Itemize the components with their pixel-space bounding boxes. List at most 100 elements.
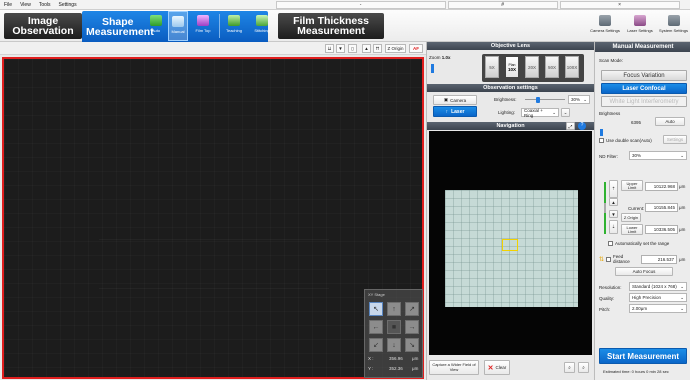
z-up-fast-button[interactable]: ⇈ bbox=[373, 44, 382, 53]
live-image-viewer[interactable] bbox=[2, 57, 424, 379]
current-input[interactable]: 10155.845 bbox=[645, 203, 678, 212]
auto-btn-label: Auto bbox=[665, 119, 675, 124]
auto-icon bbox=[150, 15, 162, 26]
lighting-select[interactable]: Coaxial + Ring ⌄ bbox=[521, 108, 559, 118]
autofocus-button[interactable]: AF bbox=[409, 44, 423, 53]
z-down-fast-button[interactable]: ⇊ bbox=[325, 44, 334, 53]
white-light-label: White Light Interferometry bbox=[609, 98, 679, 105]
pitch-select[interactable]: 2.00μm ⌄ bbox=[629, 304, 687, 313]
camera-label: Camera bbox=[450, 97, 467, 103]
zoom-in-nav-button[interactable]: ⌕ bbox=[564, 362, 575, 373]
z-range-button[interactable]: ▯ bbox=[348, 44, 357, 53]
quality-select[interactable]: High Precision ⌄ bbox=[629, 293, 687, 302]
stage-down-left-button[interactable]: ↙ bbox=[369, 338, 383, 352]
stage-up-left-button[interactable]: ↖ bbox=[369, 302, 383, 316]
capture-wider-button[interactable]: Capture a Wider Field of View bbox=[429, 360, 479, 375]
z-step-down-button[interactable]: ▼ bbox=[609, 210, 618, 218]
lower-limit-set-button[interactable]: ⇣ bbox=[609, 220, 618, 234]
lighting-options-button[interactable]: ⌄ bbox=[561, 108, 570, 117]
stitching-button[interactable]: Stitching bbox=[250, 11, 274, 41]
manual-z-origin-button[interactable]: Z Origin bbox=[621, 213, 641, 222]
navigation-view[interactable] bbox=[429, 131, 592, 355]
upper-unit: μm bbox=[679, 184, 686, 189]
upper-limit-button[interactable]: Upper Limit bbox=[621, 180, 643, 191]
feed-distance-checkbox[interactable] bbox=[606, 257, 611, 262]
z-up-button[interactable]: ▲ bbox=[362, 44, 371, 53]
teaching-label: Teaching bbox=[225, 28, 242, 33]
teaching-button[interactable]: Teaching bbox=[222, 11, 246, 41]
double-scan-settings-button[interactable]: Settings bbox=[663, 135, 687, 144]
lens-10x[interactable]: Plan 10X bbox=[505, 56, 519, 78]
brightness-auto-button[interactable]: Auto bbox=[655, 117, 685, 126]
double-up-icon: ⇈ bbox=[375, 45, 380, 51]
stage-right-button[interactable]: → bbox=[405, 320, 419, 334]
window-segment-close[interactable]: × bbox=[559, 0, 680, 9]
brightness-label: Brightness: bbox=[494, 97, 517, 102]
stage-up-button[interactable]: ↑ bbox=[387, 302, 401, 316]
resolution-select[interactable]: Standard (1024 x 768) ⌄ bbox=[629, 282, 687, 291]
arrow-down-right-icon: ↘ bbox=[409, 342, 415, 349]
brightness-combo[interactable]: 30% ⌄ bbox=[568, 95, 590, 104]
lens-20x[interactable]: 20X bbox=[525, 56, 539, 78]
lens-100x[interactable]: 100X bbox=[565, 56, 579, 78]
af-label: AF bbox=[413, 46, 419, 51]
camera-button[interactable]: ▣ Camera bbox=[433, 95, 477, 105]
laser-button[interactable]: ↑ Laser bbox=[433, 106, 477, 117]
laser-settings-button[interactable]: Laser Settings bbox=[624, 10, 656, 41]
auto-focus-button[interactable]: Auto Focus bbox=[615, 267, 673, 276]
feed-unit: μm bbox=[679, 257, 686, 262]
camera-settings-button[interactable]: Camera Settings bbox=[588, 10, 622, 41]
close-glyph: × bbox=[618, 1, 622, 8]
tab-film-thickness[interactable]: Film Thickness Measurement bbox=[278, 13, 384, 39]
double-scan-checkbox[interactable] bbox=[599, 138, 604, 143]
zoom-out-nav-button[interactable]: ⌕ bbox=[578, 362, 589, 373]
upper-limit-label: Upper Limit bbox=[626, 180, 638, 190]
scan-mode-label: Scan Mode: bbox=[599, 58, 624, 63]
stage-up-right-button[interactable]: ↗ bbox=[405, 302, 419, 316]
current-unit: μm bbox=[679, 205, 686, 210]
stage-left-button[interactable]: ← bbox=[369, 320, 383, 334]
feed-distance-input[interactable]: 216.537 bbox=[641, 255, 677, 264]
help-icon[interactable]: ? bbox=[578, 122, 586, 130]
film-top-button[interactable]: Film Top bbox=[192, 11, 214, 41]
z-down-button[interactable]: ▼ bbox=[336, 44, 345, 53]
auto-mode-button[interactable]: Auto bbox=[147, 11, 165, 41]
stage-down-right-button[interactable]: ↘ bbox=[405, 338, 419, 352]
navigation-field-marker[interactable] bbox=[502, 239, 518, 251]
manual-mode-button[interactable]: Manual bbox=[168, 11, 188, 41]
zoom-slider[interactable] bbox=[431, 64, 434, 73]
view-toolbar: ⇊ ▼ ▯ ▲ ⇈ Z Origin AF bbox=[0, 42, 426, 55]
lower-limit-input[interactable]: 10336.505 bbox=[645, 225, 678, 234]
menu-file[interactable]: File bbox=[0, 2, 16, 8]
nd-filter-select[interactable]: 30% ⌄ bbox=[629, 151, 687, 160]
upper-limit-input[interactable]: 10122.968 bbox=[645, 182, 678, 191]
menu-tools[interactable]: Tools bbox=[35, 2, 55, 8]
stage-center-button[interactable]: ■ bbox=[387, 320, 401, 334]
auto-range-checkbox[interactable] bbox=[608, 241, 613, 246]
lens-5x[interactable]: 5X bbox=[485, 56, 499, 78]
laser-label: Laser bbox=[451, 108, 465, 115]
maximize-glyph: # bbox=[501, 1, 504, 8]
lens-10x-label: 10X bbox=[507, 66, 516, 72]
laser-confocal-button[interactable]: Laser Confocal bbox=[601, 83, 687, 94]
clear-button[interactable]: ✕ Clear bbox=[484, 360, 510, 375]
lens-50x[interactable]: 50X bbox=[545, 56, 559, 78]
window-segment-maximize[interactable]: # bbox=[447, 0, 558, 9]
system-settings-button[interactable]: System Settings bbox=[657, 10, 690, 41]
auto-range-label: Automatically set the range bbox=[615, 241, 670, 246]
brightness-thumb[interactable] bbox=[535, 97, 540, 103]
z-origin-button[interactable]: Z Origin bbox=[385, 44, 406, 53]
start-measurement-button[interactable]: Start Measurement bbox=[599, 348, 687, 364]
z-step-up-button[interactable]: ▲ bbox=[609, 198, 618, 206]
window-segment-minimize[interactable]: - bbox=[275, 0, 446, 9]
brightness-slider[interactable] bbox=[525, 97, 565, 103]
upper-limit-set-button[interactable]: ⇡ bbox=[609, 180, 618, 198]
menu-view[interactable]: View bbox=[16, 2, 35, 8]
manual-brightness-slider[interactable] bbox=[600, 129, 603, 136]
navigation-expand-button[interactable]: ⤢ bbox=[566, 122, 575, 130]
lower-limit-button[interactable]: Lower Limit bbox=[621, 224, 643, 235]
tab-image-observation[interactable]: Image Observation bbox=[4, 13, 82, 39]
menu-settings[interactable]: Settings bbox=[55, 2, 81, 8]
focus-variation-button[interactable]: Focus Variation bbox=[601, 70, 687, 81]
stage-down-button[interactable]: ↓ bbox=[387, 338, 401, 352]
